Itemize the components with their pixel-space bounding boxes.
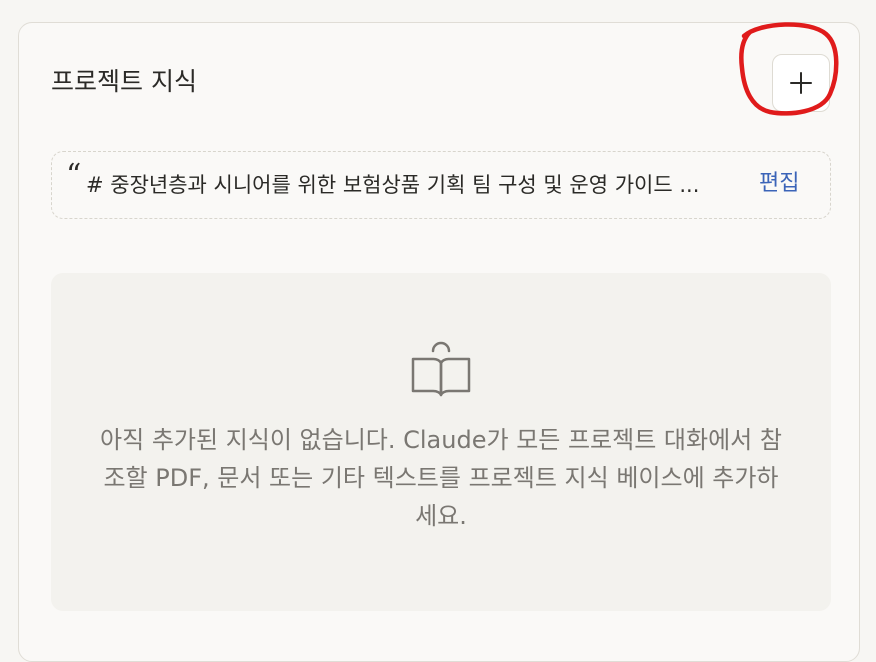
empty-state-message: 아직 추가된 지식이 없습니다. Claude가 모든 프로젝트 대화에서 참조… <box>100 426 782 530</box>
add-knowledge-button[interactable] <box>772 54 830 112</box>
open-book-icon <box>411 341 471 397</box>
section-title: 프로젝트 지식 <box>51 67 197 96</box>
instructions-preview: # 중장년층과 시니어를 위한 보험상품 기획 팀 구성 및 운영 가이드 ..… <box>86 173 700 197</box>
plus-icon <box>790 72 812 94</box>
quote-icon: “ <box>66 158 82 193</box>
project-knowledge-panel: 프로젝트 지식 “ # 중장년층과 시니어를 위한 보험상품 기획 팀 구성 및… <box>18 22 860 662</box>
edit-instructions-link[interactable]: 편집 <box>759 170 799 198</box>
project-instructions-card[interactable]: “ # 중장년층과 시니어를 위한 보험상품 기획 팀 구성 및 운영 가이드 … <box>51 151 831 219</box>
knowledge-empty-state: 아직 추가된 지식이 없습니다. Claude가 모든 프로젝트 대화에서 참조… <box>51 273 831 611</box>
